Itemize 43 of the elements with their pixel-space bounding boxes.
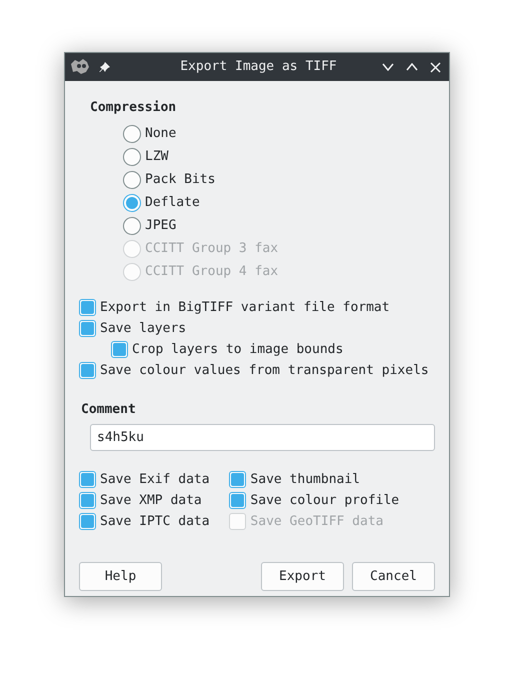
app-icon [69, 58, 91, 76]
checkbox[interactable] [79, 299, 96, 316]
checkbox-label: Export in BigTIFF variant file format [100, 298, 390, 317]
checkbox[interactable] [79, 492, 96, 509]
checkbox-label: Save IPTC data [100, 512, 210, 531]
radio-button[interactable] [123, 124, 141, 142]
section-heading: Compression [90, 99, 178, 117]
checkbox-label: Save GeoTIFF data [250, 512, 384, 531]
radio-label: CCITT Group 3 fax [145, 240, 278, 258]
checkbox[interactable] [229, 492, 246, 509]
minimize-icon[interactable] [382, 63, 394, 71]
checkbox[interactable] [79, 362, 96, 379]
radio-label: None [145, 124, 176, 143]
checkbox-label: Save thumbnail [250, 470, 360, 489]
checkbox-label: Save Exif data [100, 470, 210, 489]
radio-label: CCITT Group 4 fax [145, 262, 278, 281]
radio-button[interactable] [123, 216, 141, 234]
radio-label: LZW [145, 148, 168, 166]
radio-label: Pack Bits [145, 170, 216, 189]
pin-icon[interactable] [99, 61, 111, 73]
checkbox[interactable] [111, 341, 128, 358]
checkbox-label: Save XMP data [100, 492, 202, 510]
close-icon[interactable] [430, 62, 441, 72]
dialog-button[interactable]: Cancel [352, 562, 435, 591]
checkbox[interactable] [229, 471, 246, 488]
checkbox[interactable] [79, 513, 96, 530]
section-heading: Comment [81, 401, 137, 419]
radio-button[interactable] [123, 148, 141, 166]
radio-button[interactable] [123, 194, 141, 212]
checkbox[interactable] [79, 320, 96, 337]
radio-label: Deflate [145, 194, 200, 212]
checkbox-label: Save colour profile [250, 492, 400, 510]
maximize-icon[interactable] [406, 63, 418, 71]
checkbox-label: Save colour values from transparent pixels [100, 362, 429, 380]
radio-button[interactable] [123, 170, 141, 188]
checkbox[interactable] [79, 471, 96, 488]
dialog-button[interactable]: Export [261, 562, 344, 591]
comment-field[interactable]: s4h5ku [90, 424, 435, 451]
checkbox-label: Save layers [100, 320, 186, 338]
radio-label: JPEG [145, 216, 176, 235]
window-title: Export Image as TIFF [179, 58, 338, 76]
dialog-button[interactable]: Help [79, 562, 162, 591]
checkbox-label: Crop layers to image bounds [132, 340, 344, 359]
